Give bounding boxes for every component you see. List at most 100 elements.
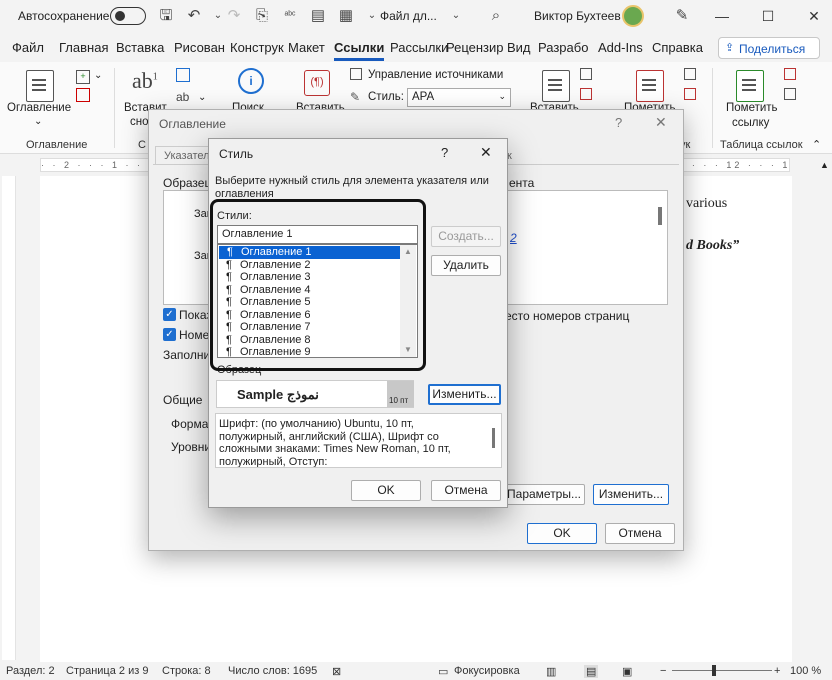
vertical-scrollbar[interactable]: ▲	[818, 160, 832, 660]
add-text-icon[interactable]: +	[76, 70, 90, 84]
ok-button[interactable]: OK	[527, 523, 597, 544]
collapse-ribbon-icon[interactable]: ⌃	[812, 138, 821, 151]
insert-caption-icon[interactable]	[542, 70, 570, 102]
tab-design[interactable]: Конструк	[230, 40, 284, 55]
insert-footnote-label-2[interactable]: сно	[130, 116, 149, 128]
tab-references[interactable]: Ссылки	[334, 40, 385, 61]
scroll-up-icon[interactable]: ▲	[820, 160, 829, 170]
mark-entry-icon[interactable]	[636, 70, 664, 102]
update-index-icon[interactable]	[684, 88, 696, 100]
tab-review[interactable]: Рецензир	[446, 40, 504, 55]
zoom-slider-thumb[interactable]	[712, 665, 716, 676]
status-section[interactable]: Раздел: 2	[6, 665, 55, 677]
customize-qat-icon[interactable]: ⌄	[362, 6, 382, 26]
cancel-button[interactable]: Отмена	[431, 480, 501, 501]
share-button[interactable]: ⇪ Поделиться	[718, 37, 820, 59]
table-icon[interactable]: ▦	[336, 6, 356, 26]
search-icon[interactable]: ⌕	[486, 6, 506, 26]
cancel-button[interactable]: Отмена	[605, 523, 675, 544]
update-table-icon[interactable]	[76, 88, 90, 102]
document-icon[interactable]: ▤	[308, 6, 328, 26]
next-footnote-chevron-icon[interactable]: ⌄	[198, 92, 206, 103]
footnote-icon[interactable]: ab1	[132, 68, 158, 94]
tab-draw[interactable]: Рисован	[174, 40, 225, 55]
show-page-numbers-label: Показ	[179, 308, 212, 322]
zoom-in-icon[interactable]: +	[774, 665, 780, 677]
create-style-button[interactable]: Создать...	[431, 226, 501, 247]
autosave-toggle[interactable]	[110, 7, 146, 25]
zoom-out-icon[interactable]: −	[660, 665, 666, 677]
insert-citation-icon[interactable]: (¶)	[304, 70, 330, 96]
help-icon[interactable]: ?	[441, 145, 448, 160]
help-icon[interactable]: ?	[615, 115, 622, 130]
maximize-icon[interactable]: ☐	[758, 6, 778, 26]
manage-sources-label[interactable]: Управление источниками	[368, 69, 503, 81]
document-title[interactable]: Файл дл...	[380, 9, 437, 23]
status-focus[interactable]: Фокусировка	[454, 665, 520, 677]
insert-toa-icon[interactable]	[784, 68, 796, 80]
tab-file[interactable]: Файл	[12, 40, 44, 55]
mark-citation-icon[interactable]	[736, 70, 764, 102]
zoom-slider[interactable]	[672, 670, 772, 671]
read-mode-icon[interactable]: ▥	[546, 665, 556, 678]
mark-citation-label-1[interactable]: Пометить	[726, 102, 778, 114]
modify-style-button[interactable]: Изменить...	[428, 384, 501, 405]
delete-style-button[interactable]: Удалить	[431, 255, 501, 276]
close-icon[interactable]: ✕	[480, 144, 492, 161]
tab-insert[interactable]: Вставка	[116, 40, 164, 55]
user-name[interactable]: Виктор Бухтеев	[534, 9, 621, 23]
add-text-chevron-icon[interactable]: ⌄	[94, 70, 102, 81]
endnote-icon[interactable]	[176, 68, 190, 82]
mark-citation-label-2[interactable]: ссылку	[732, 117, 769, 129]
spellcheck-icon[interactable]: ᵃᵇᶜ	[280, 6, 300, 26]
status-line[interactable]: Строка: 8	[162, 665, 211, 677]
title-dropdown-icon[interactable]: ⌄	[446, 6, 466, 26]
tab-addins[interactable]: Add-Ins	[598, 40, 643, 55]
modify-button[interactable]: Изменить...	[593, 484, 669, 505]
tab-developer[interactable]: Разрабо	[538, 40, 588, 55]
toc-icon[interactable]	[26, 70, 54, 102]
status-zoom[interactable]: 100 %	[790, 665, 821, 677]
table-of-figures-icon[interactable]	[580, 68, 592, 80]
cross-reference-icon[interactable]	[580, 88, 592, 100]
pen-icon[interactable]: ✎	[672, 6, 692, 26]
format-painter-icon[interactable]: ⎘	[252, 6, 272, 26]
web-layout-icon[interactable]: ▣	[622, 665, 632, 678]
close-icon[interactable]: ✕	[655, 114, 667, 131]
update-toa-icon[interactable]	[784, 88, 796, 100]
toc-chevron-icon[interactable]: ⌄	[34, 116, 42, 127]
tab-help[interactable]: Справка	[652, 40, 703, 55]
ok-button[interactable]: OK	[351, 480, 421, 501]
title-bar: Автосохранение 🖫 ↶ ⌄ ↷ ⎘ ᵃᵇᶜ ▤ ▦ ⌄ Файл …	[0, 0, 832, 32]
redo-icon[interactable]: ↷	[224, 6, 244, 26]
tab-home[interactable]: Главная	[59, 40, 108, 55]
manage-sources-icon[interactable]	[350, 68, 362, 80]
save-icon[interactable]: 🖫	[156, 6, 176, 26]
print-layout-icon[interactable]: ▤	[584, 665, 599, 678]
right-align-checkbox[interactable]: ✓	[163, 328, 176, 341]
toc-dialog-title: Оглавление	[159, 117, 226, 131]
avatar[interactable]	[622, 5, 644, 27]
minimize-icon[interactable]: —	[712, 6, 732, 26]
next-footnote-icon[interactable]: ab	[176, 90, 189, 104]
close-window-icon[interactable]: ✕	[804, 6, 824, 26]
toc-button-label[interactable]: Оглавление	[7, 102, 71, 114]
tab-mailings[interactable]: Рассылки	[390, 40, 448, 55]
status-words[interactable]: Число слов: 1695	[228, 665, 317, 677]
status-page[interactable]: Страница 2 из 9	[66, 665, 148, 677]
show-page-numbers-checkbox[interactable]: ✓	[163, 308, 176, 321]
tab-view[interactable]: Вид	[507, 40, 531, 55]
undo-icon[interactable]: ↶	[184, 6, 204, 26]
preview-scroll-thumb[interactable]	[658, 207, 662, 225]
proofing-icon[interactable]: ⊠	[332, 665, 341, 678]
preview-link[interactable]: 2	[510, 231, 517, 245]
insert-index-icon[interactable]	[684, 68, 696, 80]
description-scroll-thumb[interactable]	[492, 428, 495, 448]
style-select[interactable]: APA ⌄	[407, 88, 511, 107]
tab-layout[interactable]: Макет	[288, 40, 325, 55]
search-smart-icon[interactable]: i	[238, 68, 264, 94]
sample-size-box: 10 пт	[387, 381, 414, 407]
options-button[interactable]: Параметры...	[503, 484, 585, 505]
tab-index[interactable]: Указател	[155, 146, 211, 164]
focus-icon[interactable]: ▭	[438, 665, 448, 678]
